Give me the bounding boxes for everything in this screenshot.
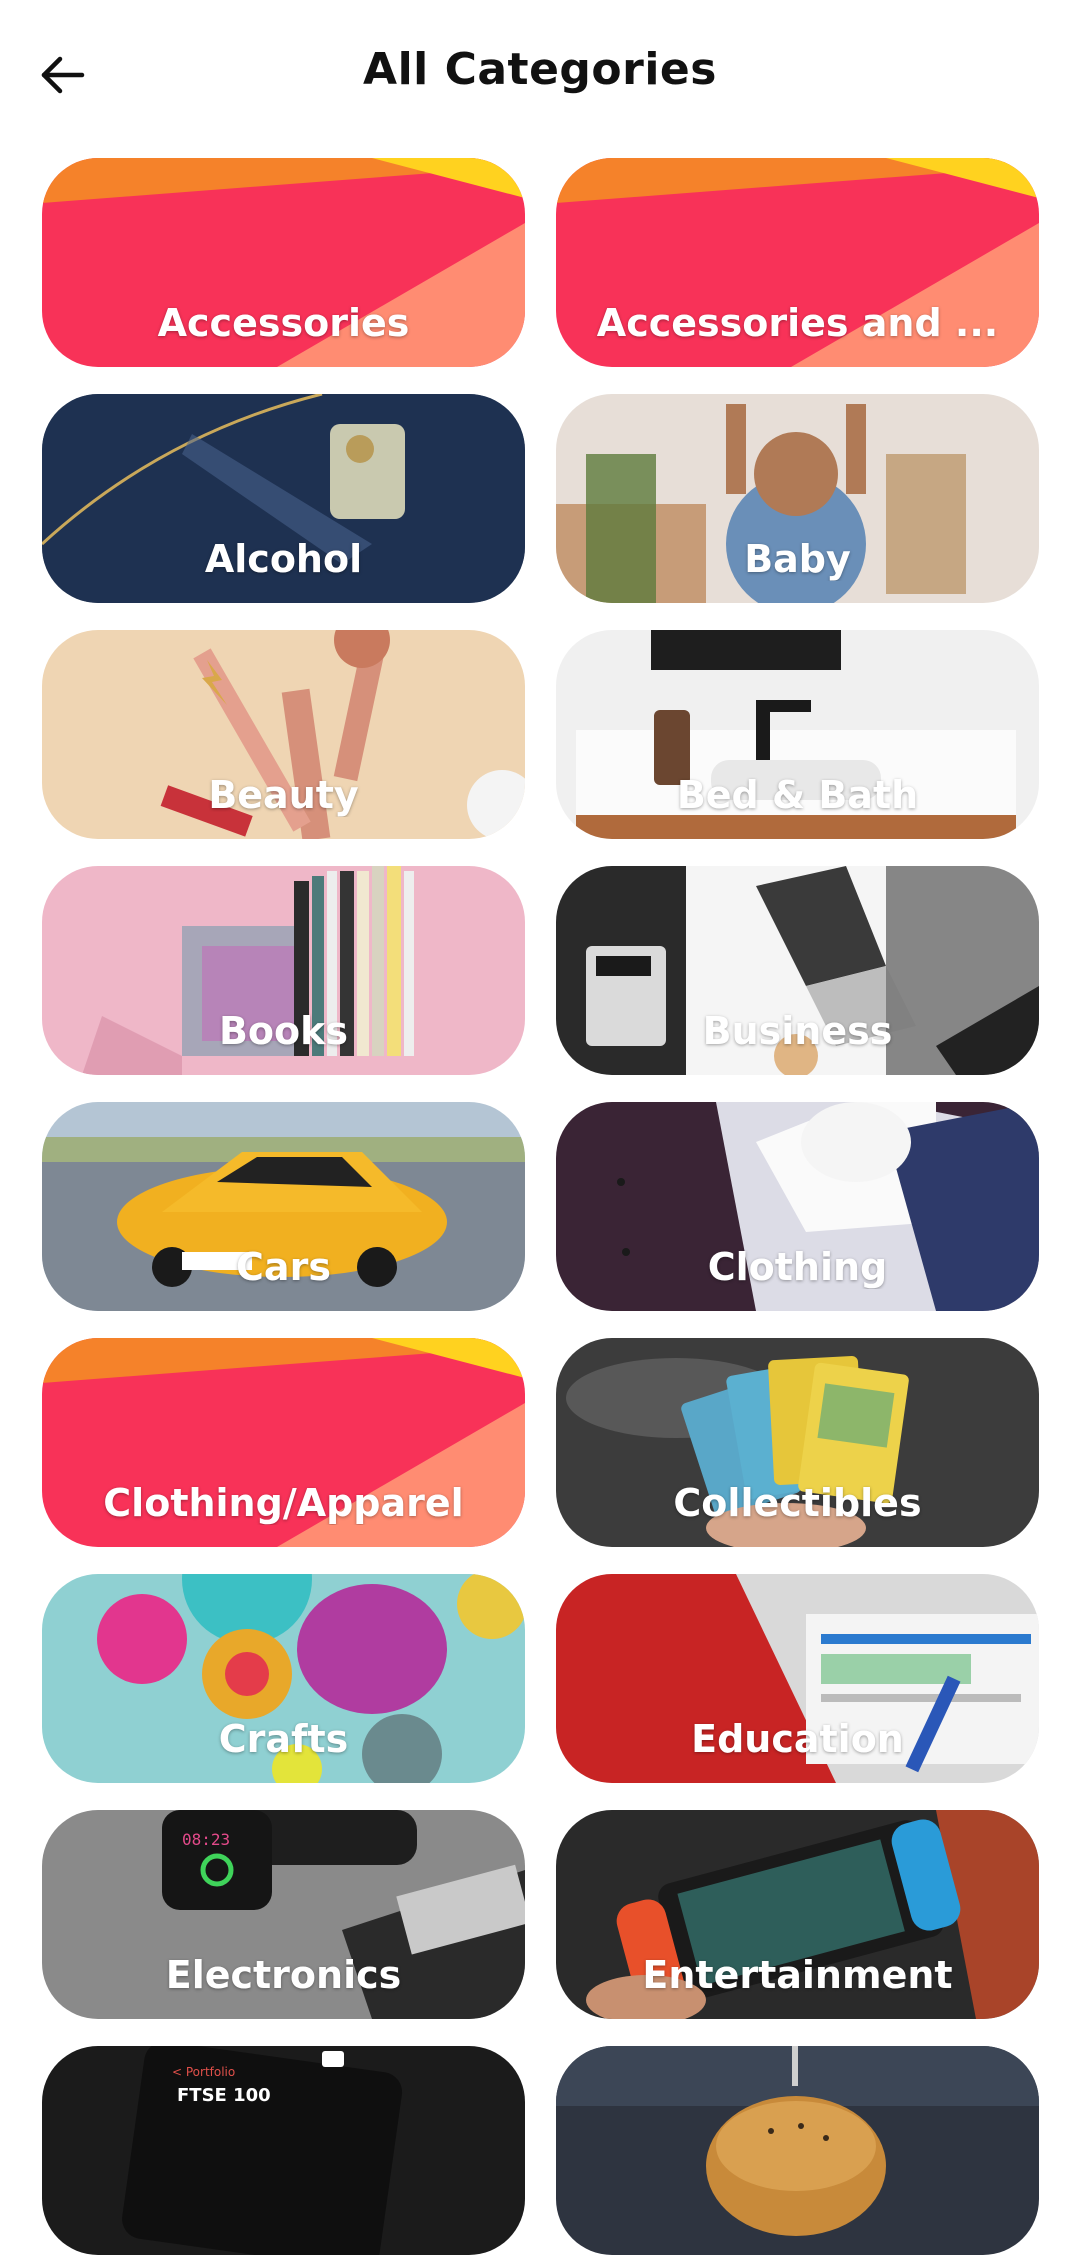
category-label: Education	[691, 1717, 904, 1761]
category-grid: Accessories Accessories and ... Alcohol	[42, 158, 1040, 2255]
category-label: Bed & Bath	[676, 773, 919, 817]
category-card-accessories[interactable]: Accessories	[42, 158, 525, 367]
category-card-books[interactable]: Books	[42, 866, 525, 1075]
category-label: Entertainment	[642, 1953, 953, 1997]
category-label: Collectibles	[673, 1481, 922, 1525]
svg-text:08:23: 08:23	[182, 1830, 230, 1849]
category-label: Baby	[744, 537, 851, 581]
category-label: Clothing	[707, 1245, 888, 1289]
category-card-entertainment[interactable]: Entertainment	[556, 1810, 1039, 2019]
category-label: Books	[218, 1009, 349, 1053]
category-card-clothing-apparel[interactable]: Clothing/Apparel	[42, 1338, 525, 1547]
category-label: Electronics	[165, 1953, 402, 1997]
category-label: Accessories	[157, 301, 410, 345]
app-header: All Categories	[0, 0, 1080, 150]
category-card-collectibles[interactable]: Collectibles	[556, 1338, 1039, 1547]
category-label: Business	[702, 1009, 893, 1053]
svg-text:< Portfolio: < Portfolio	[172, 2065, 235, 2079]
finance-phone-photo: FTSE 100 < Portfolio	[42, 2046, 525, 2255]
category-card-accessories-and[interactable]: Accessories and ...	[556, 158, 1039, 367]
category-card-business[interactable]: Business	[556, 866, 1039, 1075]
food-photo	[556, 2046, 1039, 2255]
category-card-clothing[interactable]: Clothing	[556, 1102, 1039, 1311]
category-label: Alcohol	[204, 537, 363, 581]
category-card-baby[interactable]: Baby	[556, 394, 1039, 603]
category-label: Accessories and ...	[596, 301, 999, 345]
category-card-partial-left[interactable]: FTSE 100 < Portfolio	[42, 2046, 525, 2255]
page-title: All Categories	[363, 44, 717, 95]
category-card-education[interactable]: Education	[556, 1574, 1039, 1783]
category-card-crafts[interactable]: Crafts	[42, 1574, 525, 1783]
category-label: Cars	[236, 1245, 331, 1289]
category-label: Crafts	[218, 1717, 349, 1761]
svg-text:FTSE 100: FTSE 100	[177, 2085, 271, 2106]
category-card-alcohol[interactable]: Alcohol	[42, 394, 525, 603]
category-label: Beauty	[208, 773, 359, 817]
category-card-beauty[interactable]: Beauty	[42, 630, 525, 839]
category-label: Clothing/Apparel	[103, 1481, 464, 1525]
category-card-partial-right[interactable]	[556, 2046, 1039, 2255]
category-card-bed-bath[interactable]: Bed & Bath	[556, 630, 1039, 839]
category-card-electronics[interactable]: 08:23 Electronics	[42, 1810, 525, 2019]
category-card-cars[interactable]: Cars	[42, 1102, 525, 1311]
